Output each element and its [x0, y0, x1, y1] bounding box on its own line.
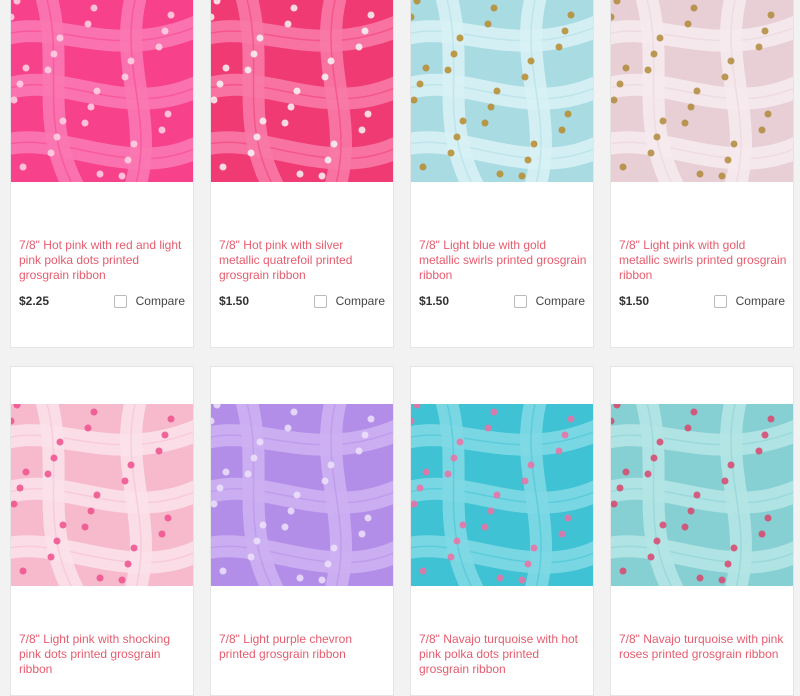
- product-image[interactable]: [11, 404, 193, 586]
- product-price: $1.50: [219, 294, 250, 308]
- product-title-link[interactable]: 7/8" Navajo turquoise with hot pink polk…: [419, 632, 587, 677]
- turquoise-pink-roses-ribbon: [611, 404, 793, 586]
- product-price: $1.50: [619, 294, 650, 308]
- compare-checkbox[interactable]: [313, 294, 327, 308]
- product-title-link[interactable]: 7/8" Light purple chevron printed grosgr…: [219, 632, 387, 662]
- product-card[interactable]: 7/8" Light pink with shocking pink dots …: [10, 366, 194, 696]
- product-image[interactable]: [411, 404, 593, 586]
- product-image[interactable]: [611, 0, 793, 182]
- light-blue-gold-swirl-ribbon: [411, 0, 593, 182]
- hot-pink-quatrefoil-ribbon: [211, 0, 393, 182]
- compare-checkbox[interactable]: [713, 294, 727, 308]
- product-price: $1.50: [419, 294, 450, 308]
- product-image[interactable]: [11, 0, 193, 182]
- compare-toggle[interactable]: Compare: [113, 294, 185, 308]
- product-title-link[interactable]: 7/8" Light pink with shocking pink dots …: [19, 632, 187, 677]
- product-image[interactable]: [611, 404, 793, 586]
- compare-label: Compare: [535, 294, 585, 308]
- product-grid: 7/8" Hot pink with red and light pink po…: [0, 0, 800, 696]
- product-title-link[interactable]: 7/8" Light blue with gold metallic swirl…: [419, 238, 587, 283]
- compare-toggle[interactable]: Compare: [713, 294, 785, 308]
- product-card[interactable]: 7/8" Navajo turquoise with hot pink polk…: [410, 366, 594, 696]
- compare-label: Compare: [735, 294, 785, 308]
- hot-pink-polka-dot-ribbon: [11, 0, 193, 182]
- product-card[interactable]: 7/8" Light pink with gold metallic swirl…: [610, 0, 794, 348]
- compare-label: Compare: [335, 294, 385, 308]
- product-image[interactable]: [411, 0, 593, 182]
- product-card[interactable]: 7/8" Hot pink with red and light pink po…: [10, 0, 194, 348]
- product-price: $2.25: [19, 294, 50, 308]
- product-card[interactable]: 7/8" Navajo turquoise with pink roses pr…: [610, 366, 794, 696]
- compare-toggle[interactable]: Compare: [513, 294, 585, 308]
- product-image[interactable]: [211, 0, 393, 182]
- product-title-link[interactable]: 7/8" Hot pink with silver metallic quatr…: [219, 238, 387, 283]
- product-title-link[interactable]: 7/8" Hot pink with red and light pink po…: [19, 238, 187, 283]
- product-card[interactable]: 7/8" Hot pink with silver metallic quatr…: [210, 0, 394, 348]
- light-purple-chevron-ribbon: [211, 404, 393, 586]
- product-card[interactable]: 7/8" Light purple chevron printed grosgr…: [210, 366, 394, 696]
- product-image[interactable]: [211, 404, 393, 586]
- product-title-link[interactable]: 7/8" Navajo turquoise with pink roses pr…: [619, 632, 787, 662]
- product-card[interactable]: 7/8" Light blue with gold metallic swirl…: [410, 0, 594, 348]
- compare-checkbox[interactable]: [113, 294, 127, 308]
- product-title-link[interactable]: 7/8" Light pink with gold metallic swirl…: [619, 238, 787, 283]
- compare-label: Compare: [135, 294, 185, 308]
- turquoise-pink-dot-ribbon: [411, 404, 593, 586]
- compare-toggle[interactable]: Compare: [313, 294, 385, 308]
- compare-checkbox[interactable]: [513, 294, 527, 308]
- light-pink-gold-swirl-ribbon: [611, 0, 793, 182]
- light-pink-shocking-dot-ribbon: [11, 404, 193, 586]
